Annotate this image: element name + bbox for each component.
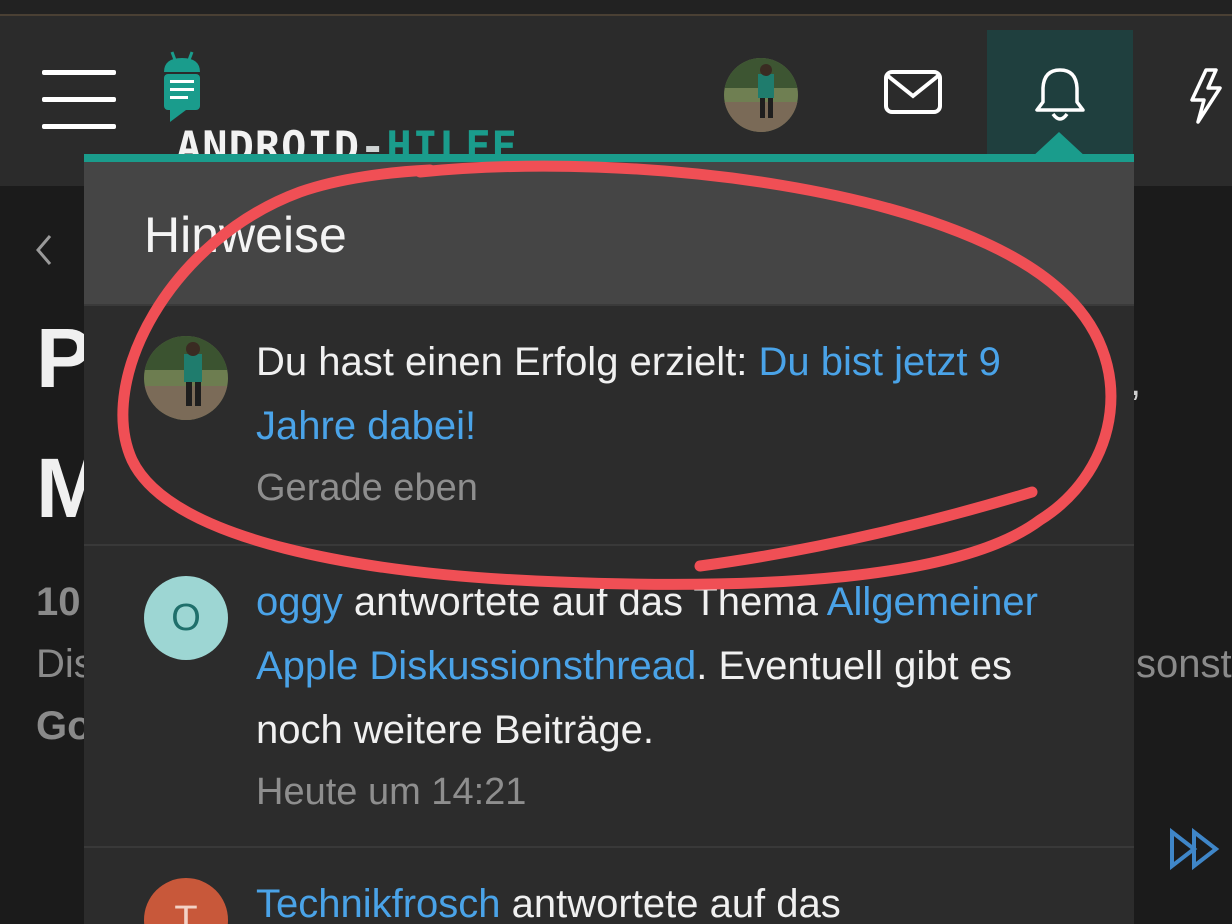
- chevron-left-icon[interactable]: [32, 230, 56, 270]
- notification-message: Du hast einen Erfolg erzielt:: [256, 340, 759, 384]
- bell-icon: [1035, 68, 1085, 121]
- site-logo[interactable]: ANDROID-HILFE: [160, 46, 520, 171]
- bg-count-fragment: 10: [36, 580, 81, 624]
- top-strip: [0, 0, 1232, 16]
- avatar[interactable]: O: [144, 576, 228, 660]
- notification-text: Du hast einen Erfolg erzielt: Du bist je…: [256, 330, 1086, 518]
- notification-message: antwortete auf das Thema: [342, 580, 827, 624]
- avatar[interactable]: [144, 336, 228, 420]
- notification-item[interactable]: Du hast einen Erfolg erzielt: Du bist je…: [84, 306, 1134, 546]
- notification-message: antwortete auf das: [500, 882, 841, 924]
- notification-time: Gerade eben: [256, 467, 478, 509]
- notifications-panel: Hinweise Du hast einen Erfolg erzielt: D…: [84, 154, 1134, 924]
- notification-text: Technikfrosch antwortete auf das: [256, 872, 1086, 924]
- notification-item[interactable]: O oggy antwortete auf das Thema Allgemei…: [84, 546, 1134, 848]
- android-robot-icon: [164, 51, 200, 122]
- user-link[interactable]: Technikfrosch: [256, 882, 501, 924]
- user-link[interactable]: oggy: [256, 580, 343, 624]
- notification-item[interactable]: T Technikfrosch antwortete auf das: [84, 848, 1134, 924]
- notification-text: oggy antwortete auf das Thema Allgemeine…: [256, 570, 1086, 822]
- avatar[interactable]: T: [144, 878, 228, 924]
- lightning-icon[interactable]: [1186, 68, 1226, 124]
- panel-header: Hinweise: [84, 162, 1134, 306]
- user-avatar[interactable]: [724, 58, 798, 132]
- bg-right-fragment: sonst: [1136, 642, 1232, 686]
- hamburger-icon[interactable]: [42, 66, 116, 129]
- panel-title: Hinweise: [144, 207, 347, 263]
- notification-time: Heute um 14:21: [256, 771, 527, 813]
- fast-forward-icon[interactable]: [1168, 826, 1222, 872]
- envelope-icon[interactable]: [882, 66, 944, 120]
